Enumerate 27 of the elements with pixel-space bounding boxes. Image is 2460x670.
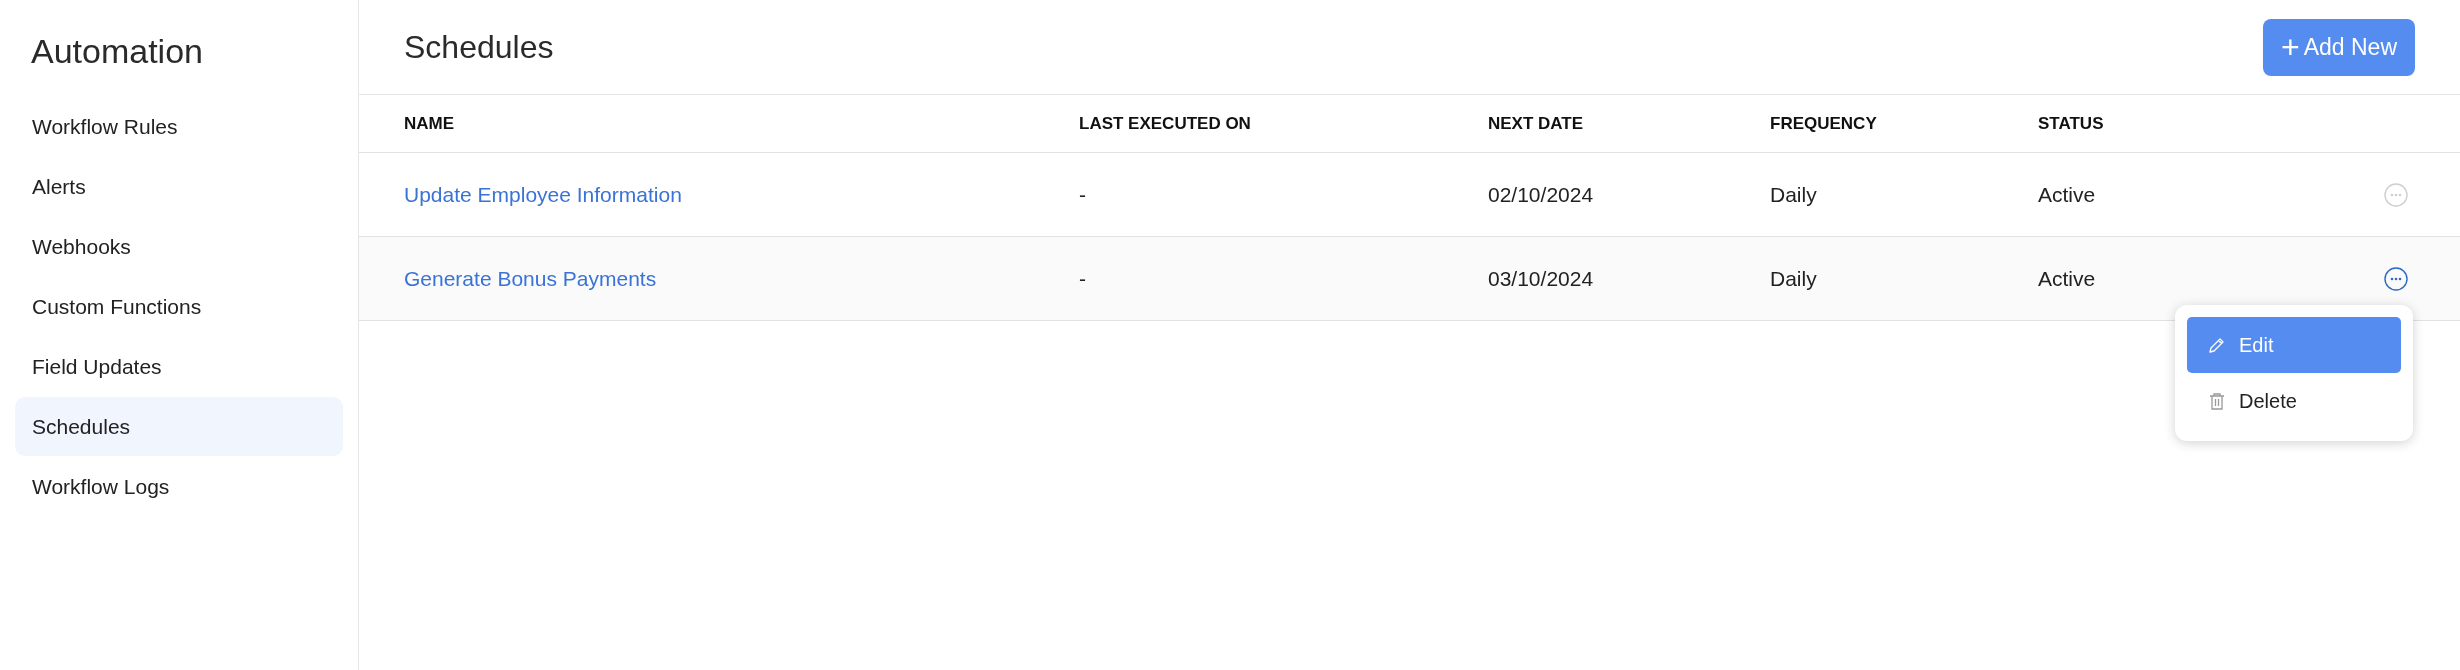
sidebar-item[interactable]: Workflow Rules — [15, 97, 343, 156]
schedule-name-link[interactable]: Update Employee Information — [404, 182, 1079, 207]
sidebar-item[interactable]: Field Updates — [15, 337, 343, 396]
table-cell-text: Daily — [1770, 266, 1818, 291]
column-header: LAST EXECUTED ON — [1079, 113, 1252, 134]
table-cell-text: Active — [2038, 266, 2097, 291]
sidebar-item[interactable]: Alerts — [15, 157, 343, 216]
table-cell-text: - — [1079, 266, 1087, 291]
schedule-name-link[interactable]: Generate Bonus Payments — [404, 266, 1079, 291]
page-title: Schedules — [404, 28, 554, 66]
sidebar-item[interactable]: Custom Functions — [15, 277, 343, 336]
more-options-icon[interactable] — [2384, 266, 2408, 291]
table-cell-text: Active — [2038, 182, 2097, 207]
sidebar-item[interactable]: Schedules — [15, 397, 343, 456]
trash-icon — [2207, 391, 2227, 411]
sidebar-item[interactable]: Workflow Logs — [15, 457, 343, 516]
column-header: FREQUENCY — [1770, 113, 1878, 134]
table-cell-text: 02/10/2024 — [1488, 182, 1595, 207]
menu-item[interactable]: Delete — [2187, 373, 2401, 429]
table-cell-text: 03/10/2024 — [1488, 266, 1595, 291]
column-header: STATUS — [2038, 113, 2105, 134]
sidebar-item[interactable]: Webhooks — [15, 217, 343, 276]
column-header: NEXT DATE — [1488, 113, 1585, 134]
sidebar-title: Automation — [30, 31, 204, 72]
column-header: NAME — [404, 113, 456, 134]
table-cell-text: Daily — [1770, 182, 1818, 207]
table-cell-text: - — [1079, 182, 1087, 207]
